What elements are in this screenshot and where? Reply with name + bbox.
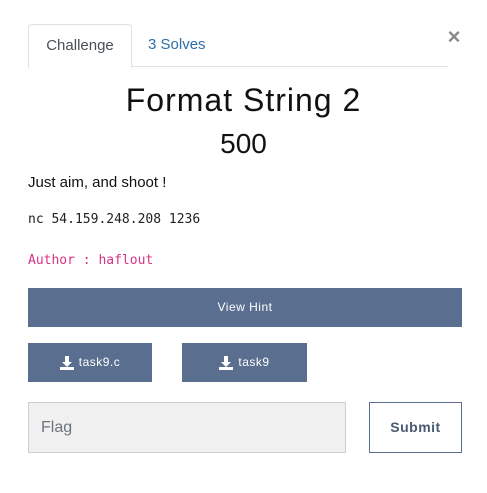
challenge-modal: Challenge 3 Solves × Format String 2 500…	[0, 0, 487, 493]
challenge-description: Just aim, and shoot !	[28, 174, 167, 191]
file-download-button[interactable]: task9.c	[28, 343, 152, 382]
view-hint-button[interactable]: View Hint	[28, 288, 462, 327]
file-name-label: task9.c	[78, 355, 121, 369]
challenge-title: Format String 2	[125, 82, 362, 118]
file-name-label: task9	[238, 355, 270, 369]
tab-bar: Challenge 3 Solves	[28, 24, 448, 68]
flag-input[interactable]	[28, 402, 346, 453]
close-icon[interactable]: ×	[445, 26, 463, 48]
connection-command: nc 54.159.248.208 1236	[28, 212, 201, 227]
file-download-button[interactable]: task9	[182, 343, 307, 382]
tab-solves[interactable]: 3 Solves	[148, 24, 206, 65]
challenge-points: 500	[220, 128, 267, 159]
submit-button[interactable]: Submit	[369, 402, 462, 453]
download-icon	[219, 355, 234, 370]
tab-challenge[interactable]: Challenge	[28, 24, 132, 68]
challenge-author: Author : haflout	[28, 253, 154, 268]
download-icon	[59, 355, 74, 370]
